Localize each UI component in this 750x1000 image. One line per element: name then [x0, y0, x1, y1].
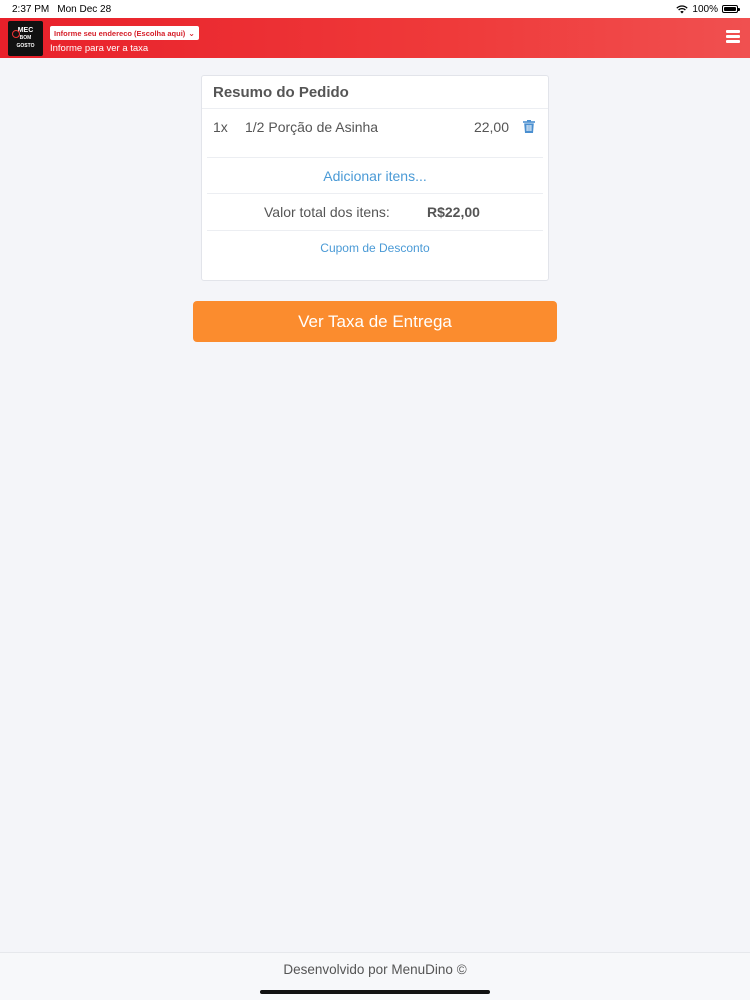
chevron-down-icon: ⌄ — [188, 28, 195, 38]
battery-percent: 100% — [692, 3, 718, 15]
hamburger-menu-icon[interactable] — [726, 30, 740, 43]
order-summary-title: Resumo do Pedido — [202, 76, 548, 109]
add-items-link[interactable]: Adicionar itens... — [207, 158, 543, 194]
home-indicator[interactable] — [260, 990, 490, 994]
order-item-row: 1x 1/2 Porção de Asinha 22,00 — [207, 109, 543, 158]
total-row: Valor total dos itens: R$22,00 — [207, 194, 543, 231]
app-header: MEC BOM GOSTO Informe seu endereco (Escolh… — [0, 18, 750, 58]
coupon-link[interactable]: Cupom de Desconto — [202, 231, 548, 255]
item-quantity: 1x — [213, 119, 228, 135]
footer-credit: Desenvolvido por MenuDino © — [283, 962, 467, 977]
item-price: 22,00 — [473, 119, 509, 135]
total-label: Valor total dos itens: — [264, 204, 390, 220]
status-bar: 2:37 PM Mon Dec 28 100% — [0, 0, 750, 18]
trash-icon[interactable] — [523, 120, 535, 133]
status-right: 100% — [676, 3, 740, 15]
address-hint: Informe para ver a taxa — [50, 43, 149, 54]
see-delivery-fee-button[interactable]: Ver Taxa de Entrega — [193, 301, 557, 342]
status-date: Mon Dec 28 — [57, 3, 112, 15]
battery-icon — [722, 5, 740, 13]
wifi-icon — [676, 4, 689, 13]
order-summary-card: Resumo do Pedido 1x 1/2 Porção de Asinha… — [201, 75, 549, 281]
restaurant-logo[interactable]: MEC BOM GOSTO — [8, 21, 43, 56]
item-name: 1/2 Porção de Asinha — [245, 119, 379, 135]
status-time: 2:37 PM — [12, 3, 50, 15]
address-select[interactable]: Informe seu endereco (Escolha aqui) ⌄ — [50, 26, 199, 40]
address-select-label: Informe seu endereco (Escolha aqui) — [54, 28, 186, 38]
total-value: R$22,00 — [427, 204, 480, 220]
